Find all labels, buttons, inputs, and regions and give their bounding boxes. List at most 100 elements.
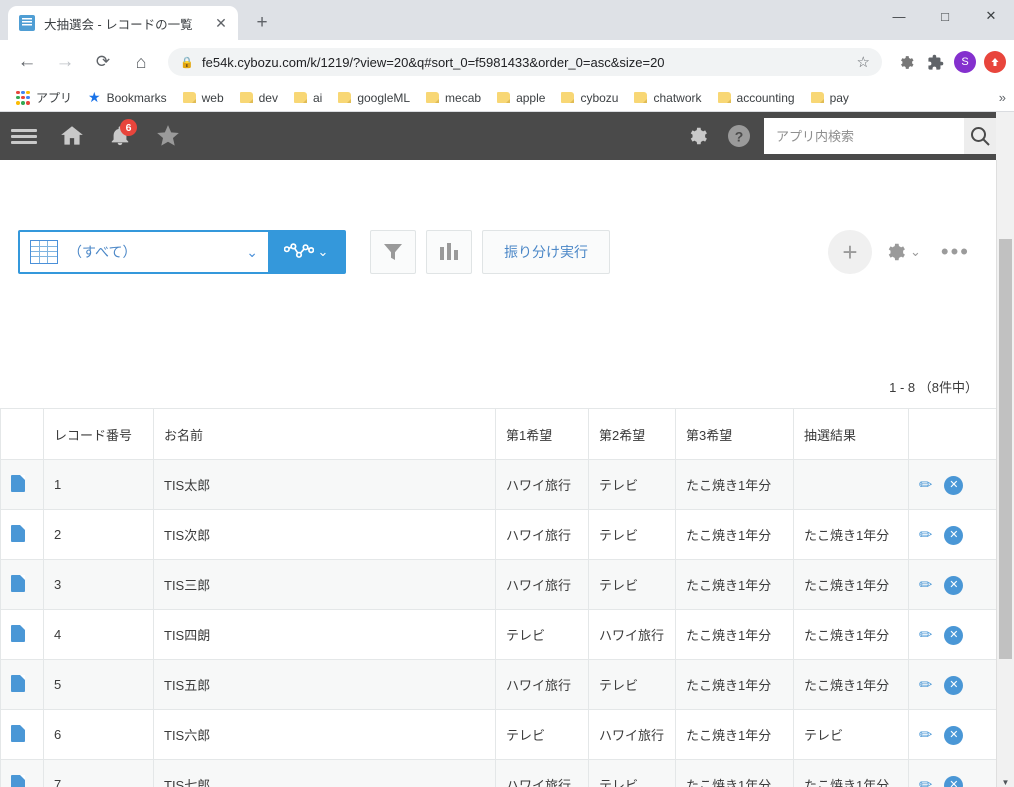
add-record-button[interactable]: + bbox=[827, 230, 872, 274]
chart-button[interactable] bbox=[426, 230, 472, 274]
record-document-icon[interactable] bbox=[11, 574, 25, 592]
open-record-icon-cell[interactable] bbox=[0, 659, 44, 710]
cell-name: TIS四朗 bbox=[153, 609, 496, 660]
app-search-box[interactable] bbox=[764, 118, 996, 154]
bookmark-item-web[interactable]: web bbox=[175, 87, 232, 109]
bookmark-item-cybozu[interactable]: cybozu bbox=[553, 87, 626, 109]
bookmark-item-ai[interactable]: ai bbox=[286, 87, 330, 109]
close-tab-icon[interactable]: ✕ bbox=[212, 14, 230, 32]
bookmark-star-icon[interactable]: ☆ bbox=[857, 53, 870, 71]
maximize-button[interactable]: □ bbox=[922, 0, 968, 32]
open-record-icon-cell[interactable] bbox=[0, 709, 44, 760]
gear-icon[interactable] bbox=[676, 112, 718, 160]
more-options-icon[interactable]: ••• bbox=[933, 241, 978, 263]
column-header-choice3[interactable]: 第3希望 bbox=[675, 408, 794, 460]
bookmark-item-pay[interactable]: pay bbox=[803, 87, 857, 109]
delete-circle-icon[interactable]: ✕ bbox=[944, 576, 964, 596]
profile-avatar[interactable]: S bbox=[954, 51, 976, 73]
bell-icon[interactable]: 6 bbox=[96, 112, 144, 160]
pencil-edit-icon[interactable]: ✏ bbox=[919, 675, 932, 695]
record-document-icon[interactable] bbox=[11, 474, 25, 492]
pencil-edit-icon[interactable]: ✏ bbox=[919, 575, 932, 595]
scroll-down-arrow-icon[interactable]: ▼ bbox=[997, 773, 1014, 787]
view-selector[interactable]: （すべて） ⌄ ⌄ bbox=[18, 230, 346, 274]
delete-circle-icon[interactable]: ✕ bbox=[944, 676, 964, 696]
pencil-edit-icon[interactable]: ✏ bbox=[919, 475, 932, 495]
delete-circle-icon[interactable]: ✕ bbox=[944, 776, 964, 787]
scrollbar-thumb[interactable] bbox=[999, 239, 1012, 659]
record-document-icon[interactable] bbox=[11, 524, 25, 542]
record-document-icon[interactable] bbox=[11, 724, 25, 742]
open-record-icon-cell[interactable] bbox=[0, 509, 44, 560]
cell-result: たこ焼き1年分 bbox=[793, 509, 909, 560]
bookmark-item-apple[interactable]: apple bbox=[489, 87, 553, 109]
apps-shortcut[interactable]: アプリ bbox=[8, 87, 80, 109]
home-icon[interactable] bbox=[48, 112, 96, 160]
new-tab-button[interactable]: + bbox=[248, 9, 276, 37]
bulk-action-button[interactable]: 振り分け実行 bbox=[482, 230, 610, 274]
browser-tab[interactable]: 大抽選会 - レコードの一覧 ✕ bbox=[8, 6, 238, 40]
view-selector-main[interactable]: （すべて） ⌄ bbox=[20, 232, 268, 272]
app-settings-button[interactable]: ⌄ bbox=[878, 241, 927, 263]
bookmark-item-accounting[interactable]: accounting bbox=[710, 87, 803, 109]
open-record-icon-cell[interactable] bbox=[0, 609, 44, 660]
record-table: レコード番号 お名前 第1希望 第2希望 第3希望 抽選結果 1 TIS太郎 ハ… bbox=[0, 408, 997, 787]
bookmark-item-chatwork[interactable]: chatwork bbox=[626, 87, 709, 109]
pencil-edit-icon[interactable]: ✏ bbox=[919, 625, 932, 645]
table-row[interactable]: 7 TIS七郎 ハワイ旅行 テレビ たこ焼き1年分 たこ焼き1年分 ✏ ✕ bbox=[0, 759, 997, 787]
bookmark-label: web bbox=[201, 90, 224, 105]
chevron-down-icon[interactable]: ⌄ bbox=[318, 244, 329, 260]
record-document-icon[interactable] bbox=[11, 674, 25, 692]
minimize-button[interactable]: — bbox=[876, 0, 922, 32]
favorites-star-icon[interactable] bbox=[144, 112, 192, 160]
extensions-puzzle-icon[interactable] bbox=[922, 49, 948, 75]
back-icon[interactable]: ← bbox=[12, 47, 42, 77]
forward-icon[interactable]: → bbox=[50, 47, 80, 77]
bookmark-item-googleml[interactable]: googleML bbox=[330, 87, 418, 109]
table-row[interactable]: 4 TIS四朗 テレビ ハワイ旅行 たこ焼き1年分 たこ焼き1年分 ✏ ✕ bbox=[0, 609, 997, 660]
search-input[interactable] bbox=[764, 118, 964, 154]
close-window-button[interactable]: ✕ bbox=[968, 0, 1014, 32]
update-icon[interactable] bbox=[984, 51, 1006, 73]
pencil-edit-icon[interactable]: ✏ bbox=[919, 525, 932, 545]
table-row[interactable]: 1 TIS太郎 ハワイ旅行 テレビ たこ焼き1年分 ✏ ✕ bbox=[0, 459, 997, 510]
bookmark-item-bookmarks[interactable]: ★ Bookmarks bbox=[80, 87, 175, 109]
reload-icon[interactable]: ⟳ bbox=[88, 47, 118, 77]
record-document-icon[interactable] bbox=[11, 774, 25, 787]
search-icon[interactable] bbox=[964, 118, 996, 154]
table-row[interactable]: 3 TIS三郎 ハワイ旅行 テレビ たこ焼き1年分 たこ焼き1年分 ✏ ✕ bbox=[0, 559, 997, 610]
open-record-icon-cell[interactable] bbox=[0, 759, 44, 787]
delete-circle-icon[interactable]: ✕ bbox=[944, 726, 964, 746]
column-header-name[interactable]: お名前 bbox=[153, 408, 496, 460]
menu-icon[interactable] bbox=[0, 112, 48, 160]
open-record-icon-cell[interactable] bbox=[0, 559, 44, 610]
column-header-choice2[interactable]: 第2希望 bbox=[588, 408, 676, 460]
filter-button[interactable] bbox=[370, 230, 416, 274]
record-document-icon[interactable] bbox=[11, 624, 25, 642]
table-row[interactable]: 5 TIS五郎 ハワイ旅行 テレビ たこ焼き1年分 たこ焼き1年分 ✏ ✕ bbox=[0, 659, 997, 710]
page-scrollbar[interactable]: ▲ ▼ bbox=[996, 112, 1014, 787]
settings-gear-icon[interactable] bbox=[892, 49, 918, 75]
column-header-choice1[interactable]: 第1希望 bbox=[495, 408, 589, 460]
chart-view-toggle[interactable]: ⌄ bbox=[268, 232, 344, 272]
bookmark-item-mecab[interactable]: mecab bbox=[418, 87, 489, 109]
help-icon[interactable]: ? bbox=[718, 112, 760, 160]
delete-circle-icon[interactable]: ✕ bbox=[944, 526, 964, 546]
delete-circle-icon[interactable]: ✕ bbox=[944, 626, 964, 646]
address-bar[interactable]: 🔒 fe54k.cybozu.com/k/1219/?view=20&q#sor… bbox=[168, 48, 882, 76]
table-row[interactable]: 2 TIS次郎 ハワイ旅行 テレビ たこ焼き1年分 たこ焼き1年分 ✏ ✕ bbox=[0, 509, 997, 560]
table-row[interactable]: 6 TIS六郎 テレビ ハワイ旅行 たこ焼き1年分 テレビ ✏ ✕ bbox=[0, 709, 997, 760]
cell-name: TIS七郎 bbox=[153, 759, 496, 787]
delete-circle-icon[interactable]: ✕ bbox=[944, 476, 964, 496]
bookmark-item-dev[interactable]: dev bbox=[232, 87, 286, 109]
home-icon[interactable]: ⌂ bbox=[126, 47, 156, 77]
cell-actions: ✏ ✕ bbox=[908, 659, 997, 710]
column-header-result[interactable]: 抽選結果 bbox=[793, 408, 909, 460]
pencil-edit-icon[interactable]: ✏ bbox=[919, 725, 932, 745]
pencil-edit-icon[interactable]: ✏ bbox=[919, 775, 932, 787]
chevron-down-icon[interactable]: ⌄ bbox=[246, 244, 258, 261]
chevron-down-icon[interactable]: ⌄ bbox=[910, 244, 921, 260]
bookmarks-overflow-icon[interactable]: » bbox=[999, 90, 1006, 105]
column-header-record-no[interactable]: レコード番号 bbox=[43, 408, 154, 460]
open-record-icon-cell[interactable] bbox=[0, 459, 44, 510]
